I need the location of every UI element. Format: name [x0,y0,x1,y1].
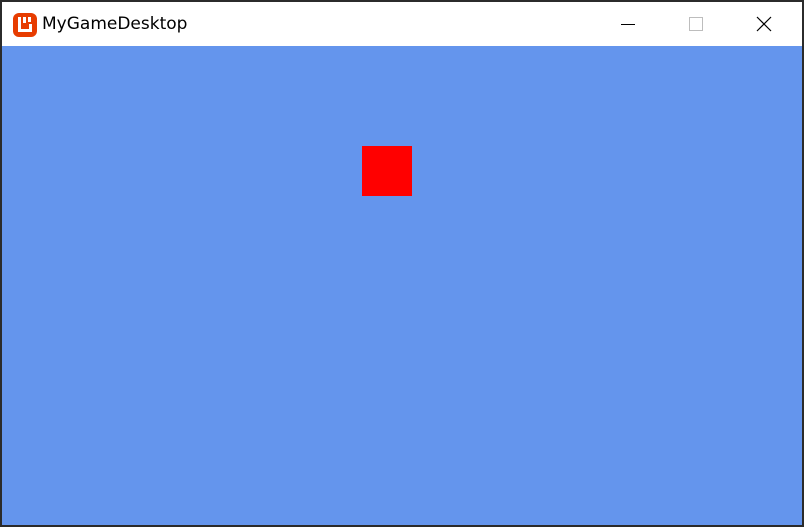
maximize-button[interactable] [662,2,730,46]
monogame-logo-icon [13,13,37,37]
game-viewport[interactable] [2,46,802,525]
minimize-icon [621,24,635,25]
minimize-button[interactable] [594,2,662,46]
close-icon [756,16,772,32]
maximize-icon [689,17,703,31]
close-button[interactable] [730,2,798,46]
app-window: MyGameDesktop [0,0,804,527]
title-bar[interactable]: MyGameDesktop [2,2,802,46]
red-square-sprite [362,146,412,196]
window-title: MyGameDesktop [42,14,188,34]
